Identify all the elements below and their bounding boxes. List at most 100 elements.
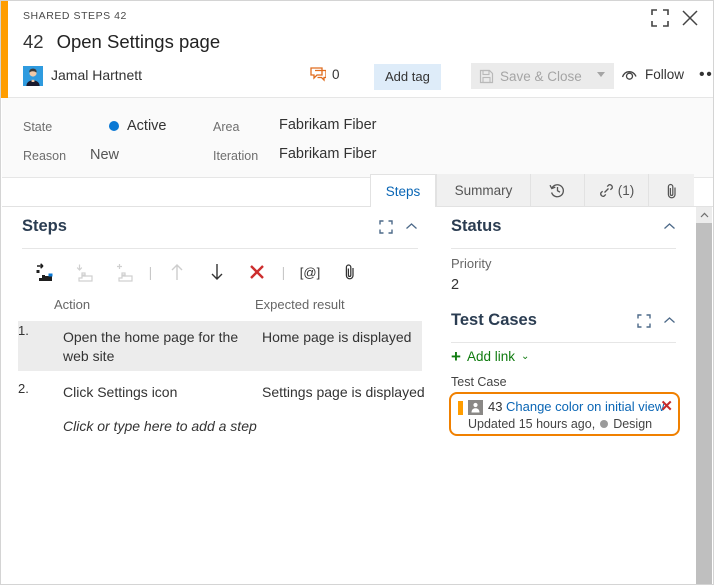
- follow-button[interactable]: Follow: [621, 67, 684, 82]
- work-item-type-accent-bar: [1, 1, 8, 98]
- add-shared-step-icon: [104, 257, 144, 287]
- area-label: Area: [213, 120, 240, 134]
- column-header-expected-result: Expected result: [255, 297, 345, 312]
- comment-count: 0: [332, 67, 340, 82]
- test-case-subtitle: Updated 15 hours ago, Design: [468, 417, 652, 431]
- step-number: 2.: [18, 381, 29, 396]
- test-case-id: 43: [488, 399, 503, 414]
- iteration-label: Iteration: [213, 149, 259, 163]
- comment-count-group[interactable]: 0: [310, 67, 340, 82]
- dialog-header: SHARED STEPS 42 42 Open Settings page Ja…: [1, 1, 713, 98]
- close-icon[interactable]: ✕: [660, 397, 673, 415]
- tab-bar: Steps Summary (1): [370, 174, 694, 207]
- eye-icon: [621, 68, 639, 81]
- steps-toolbar: | | [@]: [24, 256, 424, 288]
- iteration-value[interactable]: Fabrikam Fiber: [279, 146, 377, 162]
- insert-parameter-icon[interactable]: [@]: [290, 257, 330, 287]
- test-case-updated-text: Updated 15 hours ago,: [468, 417, 596, 431]
- insert-step-icon[interactable]: [24, 257, 64, 287]
- chevron-down-icon[interactable]: [597, 72, 605, 77]
- details-panel: Status Priority 2 Test Cases + Add link …: [438, 207, 698, 584]
- test-cases-section-header: Test Cases: [451, 311, 676, 330]
- test-cases-section-title: Test Cases: [451, 311, 537, 329]
- breadcrumb: SHARED STEPS 42: [23, 10, 127, 22]
- state-text: Active: [127, 118, 167, 134]
- expand-icon[interactable]: [637, 313, 651, 328]
- state-dot-icon: [109, 121, 119, 131]
- column-header-action: Action: [54, 297, 91, 312]
- test-case-title-link[interactable]: Change color on initial view: [506, 399, 664, 414]
- tab-history[interactable]: [530, 174, 584, 207]
- status-section-title: Status: [451, 217, 502, 235]
- add-tag-button[interactable]: Add tag: [374, 64, 441, 90]
- work-item-title[interactable]: Open Settings page: [57, 31, 221, 53]
- save-and-close-button[interactable]: Save & Close: [471, 63, 614, 89]
- reason-value[interactable]: New: [90, 147, 119, 163]
- test-case-link-card[interactable]: 43 Change color on initial view ✕ Update…: [449, 392, 680, 436]
- table-row[interactable]: 1. Open the home page for the web site H…: [18, 321, 422, 371]
- follow-label: Follow: [645, 67, 685, 82]
- attachment-icon: [665, 183, 679, 199]
- expand-icon[interactable]: [651, 9, 669, 27]
- link-icon: [599, 183, 614, 198]
- tab-links[interactable]: (1): [584, 174, 648, 207]
- chevron-up-icon[interactable]: [663, 316, 676, 325]
- vertical-scrollbar[interactable]: [696, 207, 712, 584]
- test-case-state: Design: [613, 417, 653, 431]
- state-value[interactable]: Active: [109, 118, 167, 134]
- step-number: 1.: [18, 323, 29, 338]
- header-toolbar: Jamal Hartnett 0 Add tag Save & Close Fo…: [23, 63, 713, 93]
- move-up-icon: [157, 257, 197, 287]
- toolbar-divider-2: |: [281, 264, 286, 280]
- divider: [451, 248, 676, 249]
- steps-section-header: Steps: [22, 217, 418, 236]
- reason-label: Reason: [23, 149, 67, 163]
- priority-value[interactable]: 2: [451, 277, 459, 293]
- assigned-to-name[interactable]: Jamal Hartnett: [51, 67, 142, 83]
- person-avatar-icon: [23, 66, 43, 86]
- chevron-up-icon[interactable]: [696, 207, 712, 223]
- divider: [451, 342, 676, 343]
- work-item-id: 42: [23, 31, 44, 52]
- page-title: 42 Open Settings page: [23, 31, 220, 53]
- tab-summary[interactable]: Summary: [436, 174, 530, 207]
- work-item-type-accent-bar: [458, 401, 463, 415]
- priority-label: Priority: [451, 256, 492, 271]
- test-case-column-label: Test Case: [451, 375, 507, 389]
- insert-shared-step-icon: [64, 257, 104, 287]
- steps-panel: Steps | | [@] Action Expected result 1. …: [2, 207, 438, 584]
- work-item-dialog: SHARED STEPS 42 42 Open Settings page Ja…: [0, 0, 714, 585]
- add-link-button[interactable]: + Add link ⌄: [451, 347, 529, 366]
- delete-step-icon[interactable]: [237, 257, 277, 287]
- tab-steps[interactable]: Steps: [370, 174, 436, 207]
- field-strip: State Active Reason New Area Fabrikam Fi…: [2, 98, 713, 178]
- attach-file-icon[interactable]: [330, 257, 370, 287]
- state-label: State: [23, 120, 53, 134]
- test-case-icon: [468, 400, 483, 415]
- area-value[interactable]: Fabrikam Fiber: [279, 117, 377, 133]
- plus-icon: +: [451, 347, 461, 366]
- scrollbar-thumb[interactable]: [696, 223, 712, 584]
- close-icon[interactable]: [680, 8, 700, 28]
- add-link-label: Add link: [466, 349, 515, 364]
- toolbar-divider: |: [148, 264, 153, 280]
- move-down-icon[interactable]: [197, 257, 237, 287]
- step-action[interactable]: Open the home page for the web site: [63, 328, 253, 366]
- table-row[interactable]: 2. Click Settings icon Settings page is …: [18, 379, 425, 407]
- add-step-placeholder[interactable]: Click or type here to add a step: [63, 418, 257, 434]
- step-action[interactable]: Click Settings icon: [63, 383, 253, 402]
- history-icon: [549, 182, 566, 199]
- chevron-down-icon[interactable]: ⌄: [521, 351, 529, 362]
- tab-attachments[interactable]: [648, 174, 694, 207]
- more-options-icon[interactable]: •••: [699, 67, 713, 83]
- step-expected-result[interactable]: Settings page is displayed: [262, 383, 442, 402]
- chevron-up-icon[interactable]: [663, 222, 676, 231]
- comment-icon: [310, 67, 326, 82]
- step-expected-result[interactable]: Home page is displayed: [262, 328, 442, 347]
- expand-icon[interactable]: [379, 219, 393, 234]
- save-and-close-label: Save & Close: [500, 68, 582, 84]
- state-dot-icon: [600, 420, 609, 428]
- chevron-up-icon[interactable]: [405, 222, 418, 231]
- status-section-header: Status: [451, 217, 676, 236]
- divider: [22, 248, 418, 249]
